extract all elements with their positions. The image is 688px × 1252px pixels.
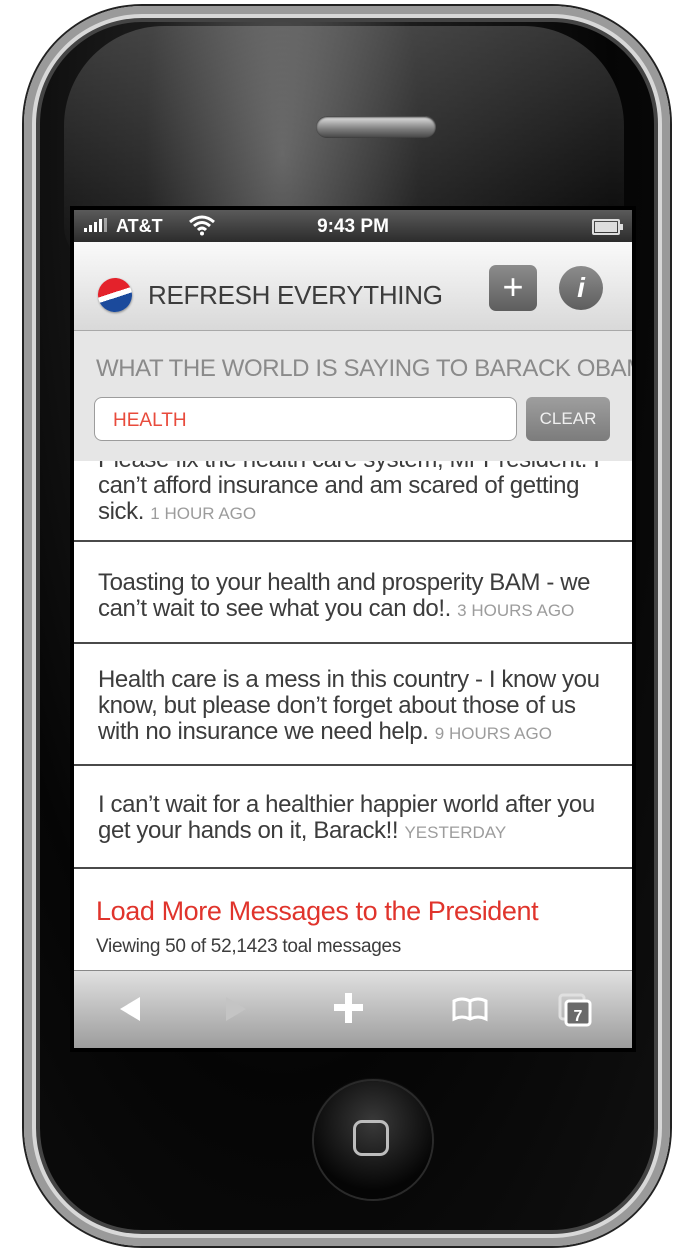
pepsi-logo-icon <box>93 273 137 317</box>
filter-panel: WHAT THE WORLD IS SAYING TO BARACK OBAMA… <box>74 331 632 461</box>
add-message-button[interactable]: + <box>489 265 537 311</box>
info-button[interactable]: i <box>559 266 603 310</box>
list-item[interactable]: Please fix the health care system, Mr Pr… <box>74 447 632 542</box>
search-input[interactable]: HEALTH <box>94 397 517 441</box>
forward-icon[interactable] <box>222 989 250 1029</box>
home-square-icon <box>353 1120 389 1156</box>
screen: AT&T 9:43 PM REFRESH EVERYTHING + i Plea… <box>74 210 632 1048</box>
message-timestamp: YESTERDAY <box>404 823 507 842</box>
battery-icon <box>592 219 623 235</box>
message-list: Please fix the health care system, Mr Pr… <box>74 447 632 869</box>
pages-count: 7 <box>574 1008 583 1025</box>
status-time: 9:43 PM <box>317 216 389 237</box>
status-bar: AT&T 9:43 PM <box>74 210 632 242</box>
pages-icon[interactable]: 7 <box>554 989 594 1029</box>
message-text: I can’t wait for a healthier happier wor… <box>98 791 595 844</box>
add-bookmark-icon[interactable] <box>329 989 369 1029</box>
list-item[interactable]: I can’t wait for a healthier happier wor… <box>74 766 632 869</box>
app-title: REFRESH EVERYTHING <box>148 280 443 310</box>
message-timestamp: 1 HOUR AGO <box>150 504 257 523</box>
bookmarks-icon[interactable] <box>450 989 490 1029</box>
message-timestamp: 3 HOURS AGO <box>457 601 575 620</box>
bottom-toolbar: 7 <box>74 970 632 1048</box>
message-timestamp: 9 HOURS AGO <box>434 724 552 743</box>
load-more-link[interactable]: Load More Messages to the President <box>96 896 539 927</box>
list-item[interactable]: Health care is a mess in this country - … <box>74 644 632 766</box>
app-header: REFRESH EVERYTHING + i <box>74 242 632 331</box>
back-icon[interactable] <box>116 989 144 1029</box>
viewing-count: Viewing 50 of 52,1423 toal messages <box>96 936 401 957</box>
list-item[interactable]: Toasting to your health and prosperity B… <box>74 542 632 644</box>
home-button[interactable] <box>314 1081 432 1199</box>
speaker-grille <box>316 116 436 138</box>
filter-heading: WHAT THE WORLD IS SAYING TO BARACK OBAMA <box>96 355 632 382</box>
clear-button[interactable]: CLEAR <box>526 397 610 441</box>
